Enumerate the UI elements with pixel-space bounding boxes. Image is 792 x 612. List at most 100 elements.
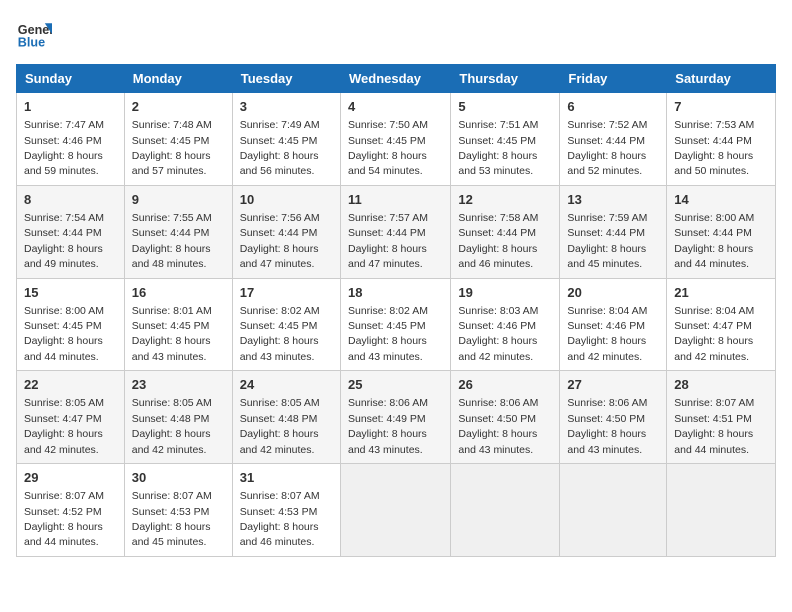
day-info: Sunrise: 8:00 AMSunset: 4:45 PMDaylight:… (24, 305, 104, 363)
day-info: Sunrise: 7:54 AMSunset: 4:44 PMDaylight:… (24, 212, 104, 270)
table-row: 13Sunrise: 7:59 AMSunset: 4:44 PMDayligh… (560, 185, 667, 278)
day-number: 21 (674, 284, 768, 302)
day-number: 22 (24, 376, 117, 394)
table-row: 24 Sunrise: 8:05 AMSunset: 4:48 PMDayligh… (232, 371, 340, 464)
page-header: General Blue (16, 16, 776, 52)
day-number: 9 (132, 191, 225, 209)
day-info: Sunrise: 7:52 AMSunset: 4:44 PMDaylight:… (567, 119, 647, 177)
day-number: 28 (674, 376, 768, 394)
day-number: 16 (132, 284, 225, 302)
day-info: Sunrise: 7:49 AMSunset: 4:45 PMDaylight:… (240, 119, 320, 177)
table-row: 31 Sunrise: 8:07 AMSunset: 4:53 PMDayligh… (232, 464, 340, 557)
table-row: 19 Sunrise: 8:03 AMSunset: 4:46 PMDayligh… (451, 278, 560, 371)
day-number: 7 (674, 98, 768, 116)
day-number: 19 (458, 284, 552, 302)
table-row: 26Sunrise: 8:06 AMSunset: 4:50 PMDayligh… (451, 371, 560, 464)
day-number: 17 (240, 284, 333, 302)
table-row: 1Sunrise: 7:47 AMSunset: 4:46 PMDaylight… (17, 93, 125, 186)
calendar-header-row: Sunday Monday Tuesday Wednesday Thursday… (17, 65, 776, 93)
table-row (340, 464, 450, 557)
day-number: 23 (132, 376, 225, 394)
day-info: Sunrise: 7:55 AMSunset: 4:44 PMDaylight:… (132, 212, 212, 270)
col-sunday: Sunday (17, 65, 125, 93)
table-row: 18 Sunrise: 8:02 AMSunset: 4:45 PMDayligh… (340, 278, 450, 371)
day-info: Sunrise: 8:07 AMSunset: 4:53 PMDaylight:… (132, 490, 212, 548)
day-info: Sunrise: 8:03 AMSunset: 4:46 PMDaylight:… (458, 305, 538, 363)
calendar-week-row: 1Sunrise: 7:47 AMSunset: 4:46 PMDaylight… (17, 93, 776, 186)
day-number: 10 (240, 191, 333, 209)
day-number: 2 (132, 98, 225, 116)
day-number: 4 (348, 98, 443, 116)
day-info: Sunrise: 8:06 AMSunset: 4:49 PMDaylight:… (348, 397, 428, 455)
table-row: 14 Sunrise: 8:00 AMSunset: 4:44 PMDayligh… (667, 185, 776, 278)
day-number: 29 (24, 469, 117, 487)
calendar-week-row: 15 Sunrise: 8:00 AMSunset: 4:45 PMDayligh… (17, 278, 776, 371)
day-info: Sunrise: 8:05 AMSunset: 4:47 PMDaylight:… (24, 397, 104, 455)
day-info: Sunrise: 7:50 AMSunset: 4:45 PMDaylight:… (348, 119, 428, 177)
col-friday: Friday (560, 65, 667, 93)
svg-text:Blue: Blue (18, 36, 45, 50)
calendar-week-row: 8 Sunrise: 7:54 AMSunset: 4:44 PMDaylight… (17, 185, 776, 278)
day-info: Sunrise: 8:07 AMSunset: 4:51 PMDaylight:… (674, 397, 754, 455)
day-number: 3 (240, 98, 333, 116)
table-row: 5Sunrise: 7:51 AMSunset: 4:45 PMDaylight… (451, 93, 560, 186)
table-row (451, 464, 560, 557)
table-row: 28 Sunrise: 8:07 AMSunset: 4:51 PMDayligh… (667, 371, 776, 464)
day-number: 11 (348, 191, 443, 209)
day-info: Sunrise: 8:04 AMSunset: 4:46 PMDaylight:… (567, 305, 647, 363)
calendar-week-row: 22 Sunrise: 8:05 AMSunset: 4:47 PMDayligh… (17, 371, 776, 464)
day-number: 20 (567, 284, 659, 302)
table-row: 8 Sunrise: 7:54 AMSunset: 4:44 PMDaylight… (17, 185, 125, 278)
day-number: 12 (458, 191, 552, 209)
table-row: 12Sunrise: 7:58 AMSunset: 4:44 PMDayligh… (451, 185, 560, 278)
day-info: Sunrise: 8:00 AMSunset: 4:44 PMDaylight:… (674, 212, 754, 270)
day-info: Sunrise: 8:02 AMSunset: 4:45 PMDaylight:… (348, 305, 428, 363)
table-row: 20 Sunrise: 8:04 AMSunset: 4:46 PMDayligh… (560, 278, 667, 371)
day-number: 18 (348, 284, 443, 302)
day-number: 14 (674, 191, 768, 209)
day-number: 5 (458, 98, 552, 116)
day-number: 24 (240, 376, 333, 394)
day-info: Sunrise: 8:02 AMSunset: 4:45 PMDaylight:… (240, 305, 320, 363)
day-info: Sunrise: 8:01 AMSunset: 4:45 PMDaylight:… (132, 305, 212, 363)
table-row: 22 Sunrise: 8:05 AMSunset: 4:47 PMDayligh… (17, 371, 125, 464)
table-row (560, 464, 667, 557)
calendar-week-row: 29 Sunrise: 8:07 AMSunset: 4:52 PMDayligh… (17, 464, 776, 557)
day-info: Sunrise: 8:07 AMSunset: 4:52 PMDaylight:… (24, 490, 104, 548)
table-row: 15 Sunrise: 8:00 AMSunset: 4:45 PMDayligh… (17, 278, 125, 371)
logo-icon: General Blue (16, 16, 52, 52)
day-info: Sunrise: 8:04 AMSunset: 4:47 PMDaylight:… (674, 305, 754, 363)
table-row: 7 Sunrise: 7:53 AMSunset: 4:44 PMDaylight… (667, 93, 776, 186)
table-row: 11Sunrise: 7:57 AMSunset: 4:44 PMDayligh… (340, 185, 450, 278)
day-info: Sunrise: 7:48 AMSunset: 4:45 PMDaylight:… (132, 119, 212, 177)
day-info: Sunrise: 8:07 AMSunset: 4:53 PMDaylight:… (240, 490, 320, 548)
day-info: Sunrise: 7:59 AMSunset: 4:44 PMDaylight:… (567, 212, 647, 270)
table-row: 4 Sunrise: 7:50 AMSunset: 4:45 PMDaylight… (340, 93, 450, 186)
table-row: 21 Sunrise: 8:04 AMSunset: 4:47 PMDayligh… (667, 278, 776, 371)
day-number: 6 (567, 98, 659, 116)
col-thursday: Thursday (451, 65, 560, 93)
day-info: Sunrise: 8:05 AMSunset: 4:48 PMDaylight:… (240, 397, 320, 455)
table-row: 16 Sunrise: 8:01 AMSunset: 4:45 PMDayligh… (124, 278, 232, 371)
table-row: 27 Sunrise: 8:06 AMSunset: 4:50 PMDayligh… (560, 371, 667, 464)
col-tuesday: Tuesday (232, 65, 340, 93)
logo: General Blue (16, 16, 52, 52)
day-info: Sunrise: 7:53 AMSunset: 4:44 PMDaylight:… (674, 119, 754, 177)
day-number: 15 (24, 284, 117, 302)
table-row: 29 Sunrise: 8:07 AMSunset: 4:52 PMDayligh… (17, 464, 125, 557)
table-row: 6 Sunrise: 7:52 AMSunset: 4:44 PMDaylight… (560, 93, 667, 186)
col-wednesday: Wednesday (340, 65, 450, 93)
table-row: 3 Sunrise: 7:49 AMSunset: 4:45 PMDaylight… (232, 93, 340, 186)
table-row: 2 Sunrise: 7:48 AMSunset: 4:45 PMDaylight… (124, 93, 232, 186)
day-number: 27 (567, 376, 659, 394)
day-info: Sunrise: 7:56 AMSunset: 4:44 PMDaylight:… (240, 212, 320, 270)
table-row: 30 Sunrise: 8:07 AMSunset: 4:53 PMDayligh… (124, 464, 232, 557)
day-info: Sunrise: 8:06 AMSunset: 4:50 PMDaylight:… (567, 397, 647, 455)
day-number: 8 (24, 191, 117, 209)
table-row: 25 Sunrise: 8:06 AMSunset: 4:49 PMDayligh… (340, 371, 450, 464)
calendar-table: Sunday Monday Tuesday Wednesday Thursday… (16, 64, 776, 557)
day-number: 25 (348, 376, 443, 394)
table-row (667, 464, 776, 557)
day-number: 31 (240, 469, 333, 487)
day-number: 30 (132, 469, 225, 487)
